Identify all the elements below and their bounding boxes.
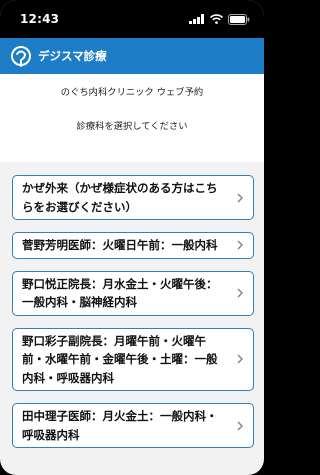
department-label: 菅野芳明医師：火曜日午前：一般内科 xyxy=(22,238,218,252)
chevron-right-icon xyxy=(237,288,244,298)
status-bar: 12:43 xyxy=(0,0,264,38)
chevron-right-icon xyxy=(237,354,244,364)
department-item-sugano[interactable]: 菅野芳明医師：火曜日午前：一般内科 xyxy=(12,232,254,259)
department-item-cold-clinic[interactable]: かぜ外来（かぜ様症状のある方はこちらをお選びください） xyxy=(12,175,254,220)
department-label: 野口悦正院長：月水金土・火曜午後：一般内科・脳神経内科 xyxy=(22,276,218,310)
app-logo-icon xyxy=(11,46,31,67)
chevron-right-icon xyxy=(237,192,244,203)
intro-section: のぐち内科クリニック ウェブ予約 診療科を選択してください xyxy=(0,74,264,162)
signal-icon xyxy=(189,14,204,24)
department-item-noguchi-vice-director[interactable]: 野口彩子副院長：月曜午前・火曜午前・水曜午前・金曜午後・土曜：一般内科・呼吸器内… xyxy=(12,327,254,391)
status-icons xyxy=(189,13,250,25)
department-label: 田中理子医師：月火金土：一般内科・呼吸器内科 xyxy=(22,409,218,442)
app-header: デジスマ診療 xyxy=(0,38,264,74)
department-label: かぜ外来（かぜ様症状のある方はこちらをお選びください） xyxy=(22,181,218,214)
clinic-name: のぐち内科クリニック ウェブ予約 xyxy=(60,87,204,98)
department-item-noguchi-director[interactable]: 野口悦正院長：月水金土・火曜午後：一般内科・脳神経内科 xyxy=(12,270,254,316)
app-title: デジスマ診療 xyxy=(38,49,107,63)
chevron-right-icon xyxy=(237,240,244,250)
wifi-icon xyxy=(210,14,223,24)
department-label: 野口彩子副院長：月曜午前・火曜午前・水曜午前・金曜午後・土曜：一般内科・呼吸器内… xyxy=(22,333,218,385)
phone-screen: 12:43 デジスマ診療 のぐち内科クリニック ウェブ予約 診療科を選択してくだ… xyxy=(0,0,264,475)
battery-icon xyxy=(228,13,250,25)
department-item-tanaka[interactable]: 田中理子医師：月火金土：一般内科・呼吸器内科 xyxy=(12,403,254,448)
status-time: 12:43 xyxy=(20,12,60,26)
select-department-prompt: 診療科を選択してください xyxy=(76,121,188,132)
department-list: かぜ外来（かぜ様症状のある方はこちらをお選びください） 菅野芳明医師：火曜日午前… xyxy=(0,162,264,448)
chevron-right-icon xyxy=(237,420,244,431)
